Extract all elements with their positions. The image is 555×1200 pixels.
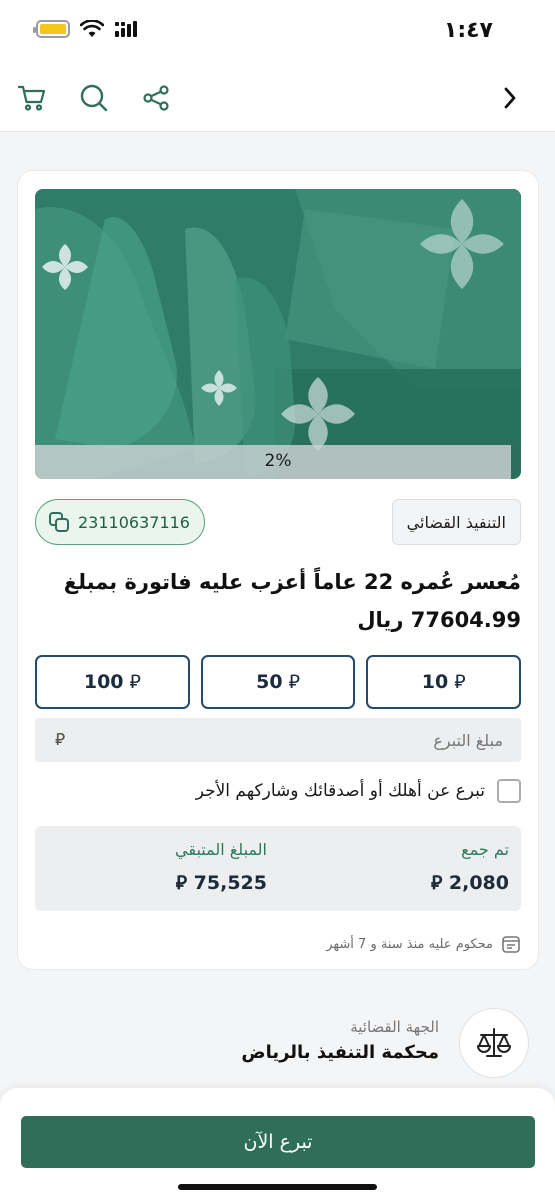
gift-option: تبرع عن أهلك أو أصدقائك وشاركهم الأجر	[35, 771, 521, 811]
case-title: مُعسر عُمره 22 عاماً أعزب عليه فاتورة بم…	[63, 570, 521, 632]
scales-icon	[459, 1008, 529, 1078]
category-badge: التنفيذ القضائي	[391, 499, 521, 545]
status-time: ١:٤٧	[443, 18, 493, 43]
battery-icon	[33, 20, 70, 38]
remaining-stat: المبلغ المتبقي 75,525 ⃁	[175, 840, 267, 895]
copy-case-code-button[interactable]: 23110637116	[35, 499, 205, 545]
gift-checkbox[interactable]	[497, 779, 521, 803]
tags-row: التنفيذ القضائي 23110637116	[35, 499, 521, 545]
riyal-icon: ⃁	[454, 671, 466, 693]
case-code: 23110637116	[78, 512, 190, 532]
riyal-icon: ⃁	[288, 671, 300, 693]
case-image: 2%	[35, 189, 521, 479]
sentence-date: محكوم عليه منذ سنة و 7 أشهر	[35, 929, 521, 959]
authority-label: الجهة القضائية	[350, 1018, 439, 1036]
search-icon[interactable]	[78, 82, 110, 114]
cart-icon[interactable]	[16, 82, 48, 114]
calendar-icon	[502, 936, 520, 953]
sentence-date-text: محكوم عليه منذ سنة و 7 أشهر	[326, 936, 493, 952]
authority-name: محكمة التنفيذ بالرياض	[241, 1042, 439, 1063]
donation-stats: تم جمع 2,080 ⃁ المبلغ المتبقي 75,525 ⃁	[35, 826, 521, 911]
back-chevron-icon[interactable]	[494, 82, 526, 114]
share-icon[interactable]	[140, 82, 172, 114]
riyal-icon: ⃁	[175, 872, 188, 894]
copy-icon	[49, 512, 69, 532]
collected-label: تم جمع	[461, 840, 509, 859]
signal-icon	[115, 21, 137, 37]
amount-button-50[interactable]: 50 ⃁	[200, 655, 356, 709]
collected-amount: 2,080	[448, 872, 509, 894]
amount-button-10[interactable]: 10 ⃁	[366, 655, 522, 709]
authority-info: الجهة القضائية محكمة التنفيذ بالرياض	[241, 1018, 439, 1063]
case-card: 2% التنفيذ القضائي 23110637116 مُعسر عُم…	[17, 170, 539, 970]
donation-amount-field: ⃁	[35, 718, 521, 762]
bottom-action-bar: تبرع الآن	[0, 1088, 555, 1200]
collected-stat: تم جمع 2,080 ⃁	[431, 840, 509, 895]
amount-value: 50	[256, 671, 283, 693]
judicial-authority: الجهة القضائية محكمة التنفيذ بالرياض	[0, 1000, 555, 1090]
remaining-value: 75,525 ⃁	[175, 871, 267, 895]
amount-value: 10	[421, 671, 449, 693]
preset-amounts: 100 ⃁ 50 ⃁ 10 ⃁	[35, 655, 522, 709]
collected-value: 2,080 ⃁	[431, 871, 509, 895]
remaining-amount: 75,525	[193, 872, 267, 894]
status-bar: ١:٤٧	[0, 0, 555, 64]
gift-label: تبرع عن أهلك أو أصدقائك وشاركهم الأجر	[195, 781, 485, 801]
donation-amount-input[interactable]	[35, 718, 521, 762]
home-indicator	[178, 1184, 377, 1190]
amount-value: 100	[83, 671, 124, 693]
riyal-icon: ⃁	[129, 671, 141, 693]
riyal-icon: ⃁	[55, 730, 66, 750]
nav-bar	[0, 64, 555, 132]
status-icons	[33, 20, 138, 38]
donate-now-button[interactable]: تبرع الآن	[21, 1116, 535, 1168]
praying-hands-illustration	[35, 189, 521, 479]
remaining-label: المبلغ المتبقي	[175, 840, 267, 859]
progress-bar: 2%	[35, 445, 521, 479]
riyal-icon: ⃁	[430, 872, 443, 894]
wifi-icon	[80, 20, 104, 37]
amount-button-100[interactable]: 100 ⃁	[35, 655, 190, 709]
progress-label: 2%	[264, 451, 292, 471]
